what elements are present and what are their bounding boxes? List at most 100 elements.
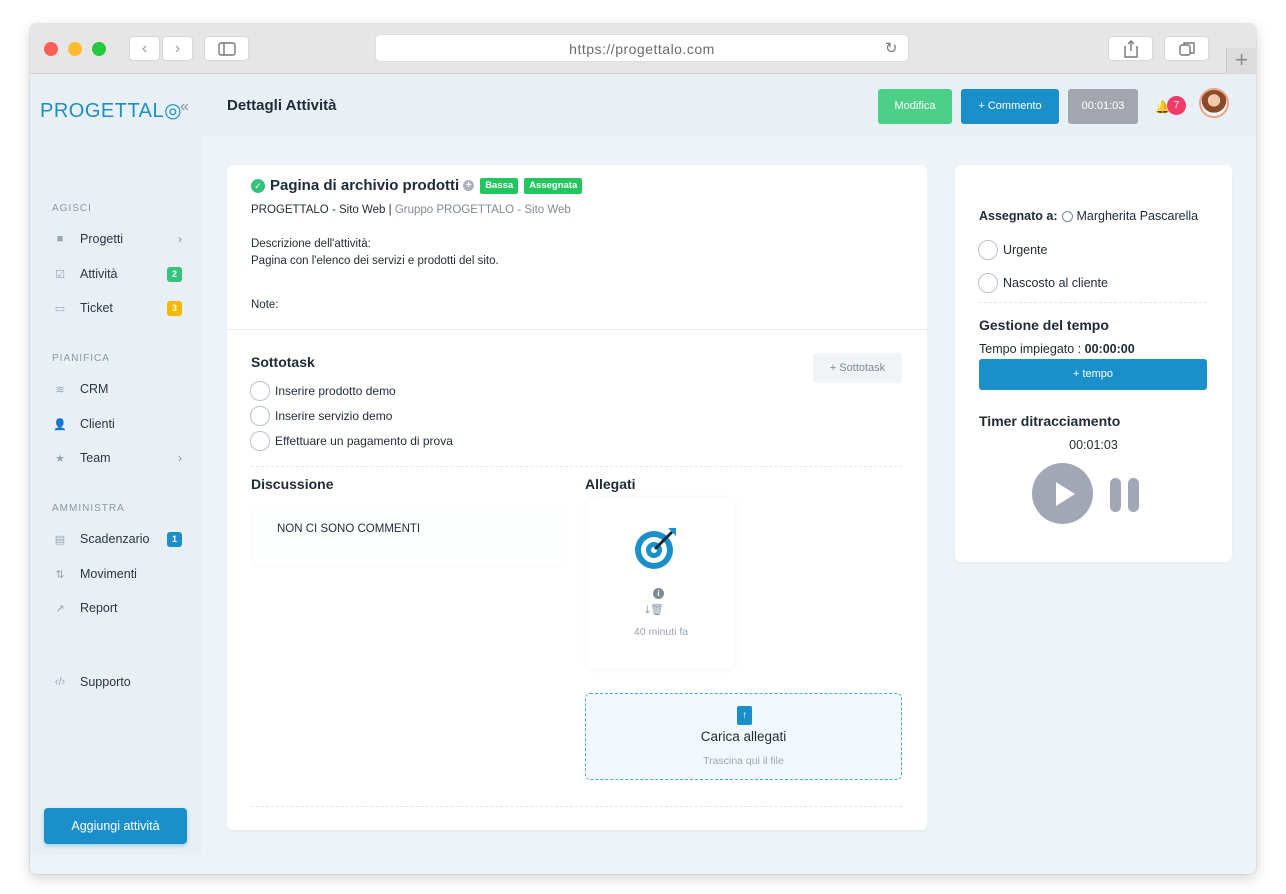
back-button[interactable]: ‹ xyxy=(129,36,160,61)
subtask-checkbox[interactable] xyxy=(250,406,270,426)
priority-tag: Bassa xyxy=(480,177,519,194)
timer-title: Timer ditracciamento xyxy=(979,413,1121,429)
sidebar-item-scadenzario[interactable]: ▤ Scadenzario 1 xyxy=(52,528,182,550)
sidebar-item-label: CRM xyxy=(80,382,109,396)
transfer-icon: ⇅ xyxy=(55,568,65,581)
scadenzario-count-badge: 1 xyxy=(167,531,182,547)
hidden-from-client-option[interactable]: Nascosto al cliente xyxy=(978,273,1108,293)
timer-button[interactable]: 00:01:03 xyxy=(1068,89,1138,124)
subtask-label: Inserire servizio demo xyxy=(275,409,393,423)
code-icon: ‹/› xyxy=(54,676,66,688)
tabs-overview-icon[interactable] xyxy=(1164,36,1209,61)
sidebar-item-team[interactable]: ★ Team › xyxy=(52,447,182,469)
status-tag: Assegnata xyxy=(524,177,583,194)
notification-badge: 7 xyxy=(1167,96,1186,115)
subtask-item[interactable]: Inserire servizio demo xyxy=(250,406,392,426)
collapse-sidebar-icon[interactable]: « xyxy=(180,98,189,116)
pause-icon[interactable] xyxy=(1110,478,1140,512)
subtasks-title: Sottotask xyxy=(251,354,315,370)
star-icon: ★ xyxy=(55,452,65,465)
group-link[interactable]: Gruppo PROGETTALO - Sito Web xyxy=(395,204,571,216)
add-comment-button[interactable]: + Commento xyxy=(961,89,1059,124)
page-title: Dettagli Attività xyxy=(227,97,337,114)
edit-button[interactable]: Modifica xyxy=(878,89,952,124)
attachment-actions: ⤓🗑 xyxy=(645,603,664,617)
layers-icon: ≋ xyxy=(55,383,65,396)
sidebar-item-label: Supporto xyxy=(80,675,131,689)
project-link[interactable]: PROGETTALO - Sito Web xyxy=(251,204,385,216)
subtask-item[interactable]: Inserire prodotto demo xyxy=(250,381,396,401)
minimize-window-button[interactable] xyxy=(68,42,82,56)
add-time-button[interactable]: + tempo xyxy=(979,359,1207,390)
sidebar-item-label: Progetti xyxy=(80,232,124,246)
option-label: Nascosto al cliente xyxy=(1003,276,1108,290)
add-activity-button[interactable]: Aggiungi attività xyxy=(44,808,187,844)
play-icon[interactable] xyxy=(1032,463,1093,524)
sidebar-item-ticket[interactable]: ▭ Ticket 3 xyxy=(52,297,182,319)
sidebar: PROGETTAL◎ « AGISCI ■ Progetti › ☑ Attiv… xyxy=(30,74,201,855)
description-text: Pagina con l'elenco dei servizi e prodot… xyxy=(251,255,499,267)
section-amministra: AMMINISTRA xyxy=(52,503,125,514)
chart-line-icon: ↗ xyxy=(55,602,65,615)
task-title: Pagina di archivio prodotti xyxy=(270,177,460,194)
hidden-checkbox[interactable] xyxy=(978,273,998,293)
breadcrumb-separator: | xyxy=(388,204,392,216)
time-spent: Tempo impiegato : 00:00:00 xyxy=(979,342,1135,356)
divider xyxy=(251,466,902,467)
timer-value: 00:01:03 xyxy=(1069,438,1118,452)
maximize-window-button[interactable] xyxy=(92,42,106,56)
subtask-checkbox[interactable] xyxy=(250,431,270,451)
sidebar-item-attivita[interactable]: ☑ Attività 2 xyxy=(52,263,182,285)
sidebar-item-label: Clienti xyxy=(80,417,115,431)
sidebar-item-report[interactable]: ↗ Report xyxy=(52,597,182,619)
urgent-checkbox[interactable] xyxy=(978,240,998,260)
sidebar-toggle-icon[interactable] xyxy=(204,36,249,61)
browser-window: ‹ › https://progettalo.com ↻ + PROGETTAL… xyxy=(30,24,1256,874)
assigned-user[interactable]: Margherita Pascarella xyxy=(1077,209,1199,223)
task-detail-card: ✓ Pagina di archivio prodotti + Bassa As… xyxy=(227,165,927,830)
notes-label: Note: xyxy=(251,299,279,311)
plus-circle-icon[interactable]: + xyxy=(463,180,475,191)
check-circle-icon: ✓ xyxy=(251,178,265,193)
divider xyxy=(251,806,902,807)
address-bar[interactable]: https://progettalo.com ↻ xyxy=(375,34,909,62)
sidebar-item-supporto[interactable]: ‹/› Supporto xyxy=(52,671,182,693)
sidebar-item-crm[interactable]: ≋ CRM xyxy=(52,378,182,400)
subtask-item[interactable]: Effettuare un pagamento di prova xyxy=(250,431,453,451)
sidebar-item-progetti[interactable]: ■ Progetti › xyxy=(52,228,182,250)
option-label: Urgente xyxy=(1003,243,1048,257)
urgent-option[interactable]: Urgente xyxy=(978,240,1047,260)
forward-button[interactable]: › xyxy=(162,36,193,61)
reload-icon[interactable]: ↻ xyxy=(885,35,898,63)
attivita-count-badge: 2 xyxy=(167,266,182,282)
chevron-right-icon: › xyxy=(178,451,182,465)
new-tab-button[interactable]: + xyxy=(1226,48,1256,74)
sidebar-item-label: Scadenzario xyxy=(80,532,150,546)
file-upload-icon: ↑ xyxy=(737,706,752,725)
sidebar-item-clienti[interactable]: 👤 Clienti xyxy=(52,413,182,435)
description-label: Descrizione dell'attività: xyxy=(251,238,371,250)
attachments-title: Allegati xyxy=(585,476,636,492)
share-icon[interactable] xyxy=(1108,36,1153,61)
time-spent-label: Tempo impiegato : xyxy=(979,342,1082,356)
sidebar-item-movimenti[interactable]: ⇅ Movimenti xyxy=(52,563,182,585)
close-window-button[interactable] xyxy=(44,42,58,56)
task-description: Descrizione dell'attività: Pagina con l'… xyxy=(251,236,499,270)
attachment-tile[interactable]: i ⤓🗑 40 minuti fa xyxy=(587,498,735,668)
users-icon: 👤 xyxy=(53,418,67,431)
time-management-title: Gestione del tempo xyxy=(979,317,1109,333)
add-subtask-button[interactable]: + Sottotask xyxy=(813,353,902,383)
section-agisci: AGISCI xyxy=(52,203,92,214)
upload-title: Carica allegati xyxy=(700,729,787,744)
app-logo[interactable]: PROGETTAL◎ xyxy=(40,98,182,123)
trash-icon[interactable]: 🗑 xyxy=(650,604,664,616)
url-text: https://progettalo.com xyxy=(569,41,715,57)
folder-icon: ■ xyxy=(56,233,64,245)
checkbox-icon: ☑ xyxy=(55,268,65,281)
task-title-row: ✓ Pagina di archivio prodotti + Bassa As… xyxy=(251,177,588,194)
avatar[interactable] xyxy=(1199,88,1229,118)
subtask-checkbox[interactable] xyxy=(250,381,270,401)
info-icon[interactable]: i xyxy=(653,588,664,599)
upload-dropzone[interactable]: ↑ Carica allegati Trascina qui il file xyxy=(585,693,902,780)
divider xyxy=(979,302,1207,303)
